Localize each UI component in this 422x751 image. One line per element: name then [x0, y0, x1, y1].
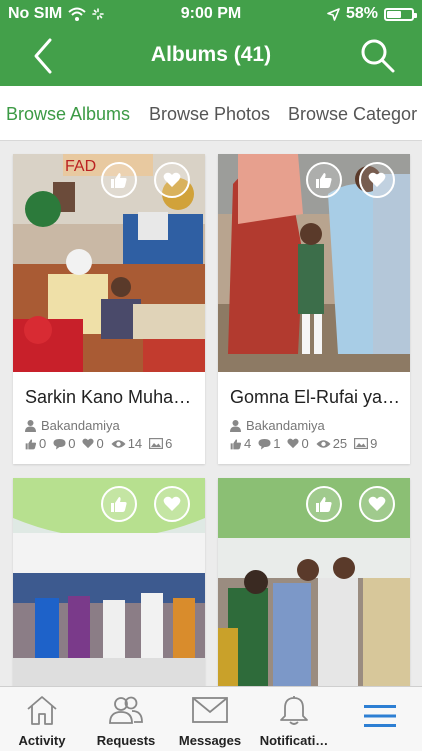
views-stat: 25: [316, 436, 347, 451]
favorites-stat: 0: [82, 436, 104, 451]
photos-stat: 9: [354, 436, 377, 451]
tab-requests-label: Requests: [96, 733, 156, 748]
status-bar: No SIM 9:00 PM 58%: [0, 0, 422, 28]
photos-count: 9: [370, 436, 378, 451]
album-author-name: Bakandamiya: [41, 418, 120, 433]
battery-percent: 58%: [345, 5, 378, 22]
tab-notifications[interactable]: Notificati…: [252, 693, 336, 748]
album-title[interactable]: Sarkin Kano Muha…: [25, 387, 197, 408]
user-icon: [25, 419, 36, 432]
album-card[interactable]: FAD Sarkin Kano Muha… Bakandamiya 0 0 0 …: [13, 154, 205, 464]
eye-icon: [111, 439, 126, 448]
heart-icon: [368, 496, 386, 511]
image-icon: [354, 438, 369, 449]
home-icon: [27, 696, 57, 725]
thumbs-up-icon: [230, 438, 242, 449]
tab-notifications-label: Notificati…: [259, 733, 329, 748]
likes-stat: 4: [230, 436, 251, 451]
bottom-tab-bar: Activity Requests Messages Notificati…: [0, 686, 422, 751]
tab-requests[interactable]: Requests: [84, 693, 168, 748]
favorite-album-button[interactable]: [359, 162, 395, 198]
like-album-button[interactable]: [101, 486, 137, 522]
users-icon: [109, 696, 143, 724]
album-cover-photo[interactable]: [218, 478, 410, 686]
album-author[interactable]: Bakandamiya: [25, 418, 120, 433]
tab-menu[interactable]: [338, 693, 422, 745]
likes-stat: 0: [25, 436, 46, 451]
album-cover-photo[interactable]: [13, 478, 205, 686]
thumbs-up-icon: [316, 173, 332, 188]
tab-messages-label: Messages: [178, 733, 242, 748]
image-icon: [149, 438, 164, 449]
favorite-album-button[interactable]: [154, 486, 190, 522]
heart-icon: [287, 438, 300, 449]
tab-messages[interactable]: Messages: [168, 693, 252, 748]
album-card[interactable]: [218, 478, 410, 686]
thumbs-up-icon: [111, 497, 127, 512]
album-stats: 4 1 0 25 9: [230, 436, 380, 451]
album-card[interactable]: Gomna El-Rufai ya… Bakandamiya 4 1 0 25: [218, 154, 410, 464]
envelope-icon: [192, 697, 228, 723]
heart-icon: [163, 496, 181, 511]
album-author[interactable]: Bakandamiya: [230, 418, 325, 433]
tab-browse-categories[interactable]: Browse Categor: [288, 104, 417, 125]
photos-count: 6: [165, 436, 173, 451]
comments-count: 1: [273, 436, 281, 451]
favorites-count: 0: [96, 436, 104, 451]
battery-icon: [384, 7, 417, 21]
favorites-count: 0: [301, 436, 309, 451]
favorite-album-button[interactable]: [154, 162, 190, 198]
album-stats: 0 0 0 14 6: [25, 436, 175, 451]
heart-icon: [368, 172, 386, 187]
tab-browse-photos[interactable]: Browse Photos: [149, 104, 270, 125]
eye-icon: [316, 439, 331, 448]
battery-level-fill: [387, 10, 401, 18]
thumbs-up-icon: [316, 497, 332, 512]
comment-icon: [258, 438, 271, 449]
thumbs-up-icon: [111, 173, 127, 188]
photos-stat: 6: [149, 436, 172, 451]
search-button[interactable]: [358, 36, 398, 76]
album-cover-photo[interactable]: FAD: [13, 154, 205, 372]
nav-bar: Albums (41): [0, 28, 422, 84]
comment-icon: [53, 438, 66, 449]
album-cover-photo[interactable]: [218, 154, 410, 372]
heart-icon: [82, 438, 95, 449]
comments-stat: 0: [53, 436, 75, 451]
menu-icon: [364, 705, 396, 727]
status-right-group: 58%: [327, 5, 417, 23]
thumbs-up-icon: [25, 438, 37, 449]
album-title[interactable]: Gomna El-Rufai ya…: [230, 387, 402, 408]
likes-count: 0: [39, 436, 47, 451]
comments-stat: 1: [258, 436, 280, 451]
albums-grid: FAD Sarkin Kano Muha… Bakandamiya 0 0 0 …: [0, 141, 422, 686]
like-album-button[interactable]: [306, 162, 342, 198]
like-album-button[interactable]: [306, 486, 342, 522]
search-icon: [361, 39, 395, 73]
favorites-stat: 0: [287, 436, 309, 451]
tab-activity[interactable]: Activity: [0, 693, 84, 748]
bell-icon: [280, 696, 308, 725]
views-count: 14: [127, 436, 143, 451]
app-header: No SIM 9:00 PM 58% Albums (41): [0, 0, 422, 86]
user-icon: [230, 419, 241, 432]
tab-browse-albums[interactable]: Browse Albums: [6, 104, 130, 125]
heart-icon: [163, 172, 181, 187]
like-album-button[interactable]: [101, 162, 137, 198]
views-count: 25: [332, 436, 348, 451]
browse-tabs: Browse Albums Browse Photos Browse Categ…: [0, 86, 422, 141]
tab-activity-label: Activity: [18, 733, 66, 748]
favorite-album-button[interactable]: [359, 486, 395, 522]
svg-text:FAD: FAD: [65, 158, 96, 175]
album-author-name: Bakandamiya: [246, 418, 325, 433]
album-card[interactable]: [13, 478, 205, 686]
comments-count: 0: [68, 436, 76, 451]
likes-count: 4: [244, 436, 252, 451]
views-stat: 14: [111, 436, 142, 451]
location-arrow-icon: [327, 7, 340, 21]
